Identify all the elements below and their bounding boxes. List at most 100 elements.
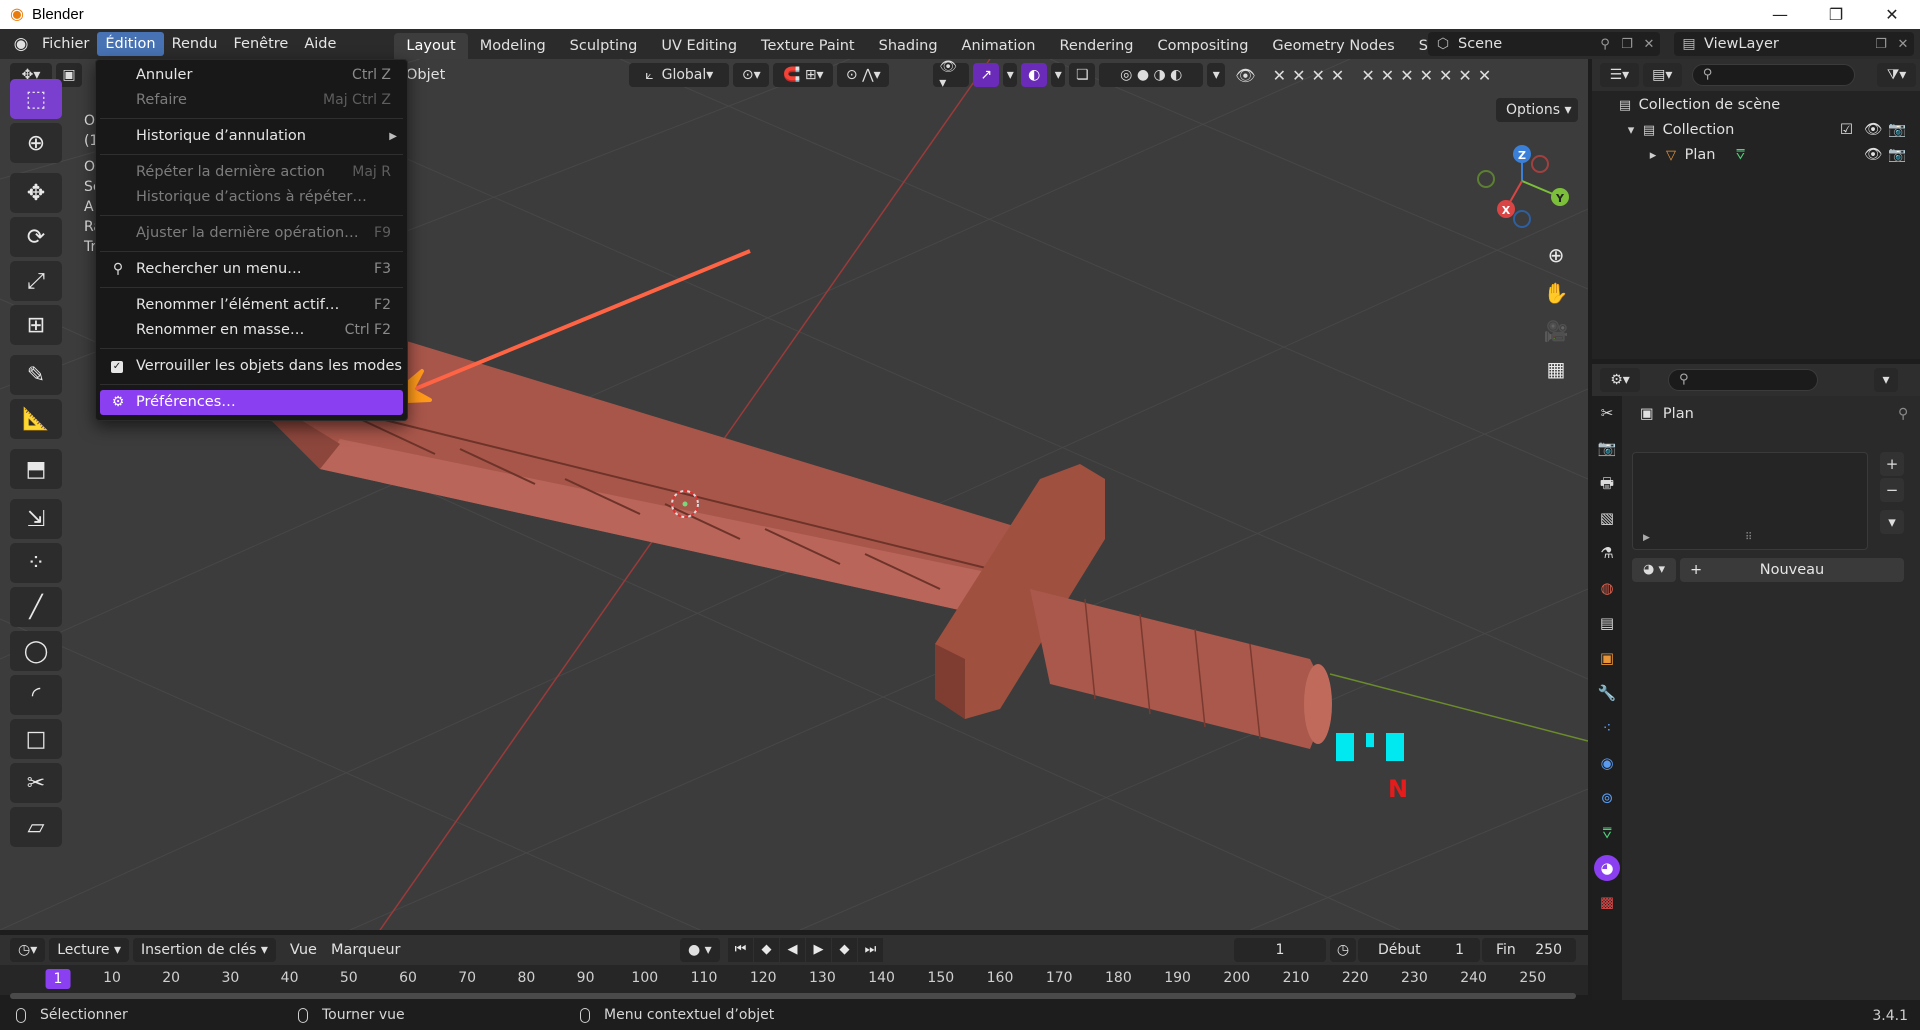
object-menu[interactable]: Objet bbox=[406, 67, 445, 83]
properties-search-input[interactable]: ⚲ bbox=[1668, 369, 1818, 391]
menu-item-lock-object-modes[interactable]: ✓ Verrouiller les objets dans les modes bbox=[96, 354, 407, 379]
tree-collection[interactable]: ▾ ▤ Collection ☑ 👁 📷 bbox=[1592, 118, 1920, 143]
pivot-point-dropdown[interactable]: ⊙▾ bbox=[733, 63, 770, 87]
timeline-scrollbar[interactable] bbox=[10, 993, 1576, 999]
menu-item-preferences[interactable]: ⚙ Préférences… bbox=[100, 390, 403, 415]
display-mode-button[interactable]: ▤▾ bbox=[1642, 63, 1682, 87]
menu-item-repeat-last[interactable]: Répéter la dernière action Maj R bbox=[96, 160, 407, 185]
options-dropdown[interactable]: Options ▾ bbox=[1496, 98, 1578, 122]
pan-hand-icon[interactable]: ✋ bbox=[1538, 277, 1574, 309]
tree-object-plan[interactable]: ▸ ▽ Plan ⩢ 👁 📷 bbox=[1592, 143, 1920, 168]
add-slot-button[interactable]: + bbox=[1880, 452, 1904, 476]
add-arc-tool-icon[interactable]: ◜ bbox=[10, 675, 62, 715]
zoom-icon[interactable]: ⊕ bbox=[1538, 239, 1574, 271]
transform-orientation-dropdown[interactable]: ⟀ Global ▾ bbox=[629, 63, 730, 87]
texture-tab-icon[interactable]: ▩ bbox=[1592, 885, 1622, 920]
properties-options-dropdown[interactable]: ▾ bbox=[1874, 368, 1898, 392]
expand-arrow-icon[interactable]: ▾ bbox=[1622, 118, 1640, 143]
jump-end-icon[interactable]: ⏭ bbox=[858, 938, 883, 962]
timeline-ruler[interactable]: 1 10 20 30 40 50 60 70 80 90 100 110 120 130 140 150 16… bbox=[0, 965, 1588, 995]
duplicate-scene-icon[interactable]: ❐ bbox=[1616, 37, 1638, 52]
view-layer-name[interactable]: ViewLayer bbox=[1704, 36, 1870, 52]
new-material-button[interactable]: + Nouveau bbox=[1680, 558, 1904, 582]
play-icon[interactable]: ▶ bbox=[806, 938, 831, 962]
menu-item-batch-rename[interactable]: Renommer en masse… Ctrl F2 bbox=[96, 318, 407, 343]
keying-dropdown[interactable]: Insertion de clés ▾ bbox=[133, 938, 276, 962]
tool-tab-icon[interactable]: ✂ bbox=[1592, 396, 1622, 431]
outliner-search-input[interactable]: ⚲ bbox=[1691, 64, 1856, 86]
end-frame-field[interactable]: Fin 250 bbox=[1482, 938, 1576, 962]
start-frame-field[interactable]: Début 1 bbox=[1358, 938, 1480, 962]
auto-keying-toggle[interactable]: ● ▾ bbox=[680, 938, 720, 962]
preview-range-icon[interactable]: ◷ bbox=[1330, 938, 1356, 962]
extrude-tool-icon[interactable]: ⇲ bbox=[10, 499, 62, 539]
tab-modeling[interactable]: Modeling bbox=[468, 33, 558, 59]
physics-tab-icon[interactable]: ◉ bbox=[1592, 746, 1622, 781]
knife-tool-icon[interactable]: ✂ bbox=[10, 763, 62, 803]
playback-dropdown[interactable]: Lecture ▾ bbox=[49, 938, 130, 962]
visibility-dropdown[interactable]: 👁▾ bbox=[933, 59, 970, 91]
proportional-editing-toggle[interactable]: ⊙ ⋀▾ bbox=[837, 63, 890, 87]
tab-shading[interactable]: Shading bbox=[867, 33, 950, 59]
transform-tool-icon[interactable]: ⊞ bbox=[10, 305, 62, 345]
snap-toggle[interactable]: 🧲 ⊞▾ bbox=[773, 63, 834, 87]
filter-button[interactable]: ⧩▾ bbox=[1877, 63, 1916, 87]
close-button[interactable]: ✕ bbox=[1864, 0, 1920, 29]
jump-keyframe-back-icon[interactable]: ◆ bbox=[754, 938, 779, 962]
select-box-tool-icon[interactable]: ⬚ bbox=[10, 79, 62, 119]
tree-scene-collection[interactable]: ▤ Collection de scène bbox=[1592, 93, 1920, 118]
collection-render-camera-icon[interactable]: 📷 bbox=[1888, 118, 1906, 143]
play-reverse-icon[interactable]: ◀ bbox=[780, 938, 805, 962]
menu-item-redo[interactable]: Refaire Maj Ctrl Z bbox=[96, 88, 407, 113]
add-line-tool-icon[interactable]: ╱ bbox=[10, 587, 62, 627]
collection-checkbox-icon[interactable]: ☑ bbox=[1840, 118, 1853, 143]
material-slot-list[interactable]: ▶ ⠿ bbox=[1632, 452, 1868, 550]
tab-rendering[interactable]: Rendering bbox=[1047, 33, 1145, 59]
marker-menu[interactable]: Marqueur bbox=[331, 942, 401, 958]
pin-icon[interactable]: ⚲ bbox=[1594, 37, 1616, 52]
scale-tool-icon[interactable]: ⤢ bbox=[10, 261, 62, 301]
object-tab-icon[interactable]: ▣ bbox=[1592, 641, 1622, 676]
plane-tool-icon[interactable]: ▱ bbox=[10, 807, 62, 847]
menu-file[interactable]: Fichier bbox=[34, 32, 97, 56]
gizmo-dropdown-icon[interactable]: ▾ bbox=[1003, 63, 1018, 87]
remove-slot-button[interactable]: − bbox=[1880, 478, 1904, 502]
menu-help[interactable]: Aide bbox=[296, 32, 344, 56]
tab-uv-editing[interactable]: UV Editing bbox=[649, 33, 749, 59]
menu-item-menu-search[interactable]: ⚲ Rechercher un menu… F3 bbox=[96, 257, 407, 282]
tab-texture-paint[interactable]: Texture Paint bbox=[749, 33, 867, 59]
jump-start-icon[interactable]: ⏮ bbox=[728, 938, 753, 962]
checkbox-checked-icon[interactable]: ✓ bbox=[111, 361, 123, 373]
minimize-button[interactable]: — bbox=[1752, 0, 1808, 29]
scene-name[interactable]: Scene bbox=[1458, 36, 1594, 52]
jump-keyframe-forward-icon[interactable]: ◆ bbox=[832, 938, 857, 962]
browse-material-dropdown[interactable]: ◕ ▾ bbox=[1632, 558, 1676, 582]
menu-render[interactable]: Rendu bbox=[164, 32, 226, 56]
menu-item-undo-history[interactable]: Historique d’annulation ▶ bbox=[96, 124, 407, 149]
pin-icon[interactable]: ⚲ bbox=[1898, 406, 1908, 422]
navigation-gizmo[interactable]: Z Y X bbox=[1477, 145, 1569, 228]
shading-dropdown-icon[interactable]: ▾ bbox=[1207, 63, 1226, 87]
menu-item-adjust-last[interactable]: Ajuster la dernière opération… F9 bbox=[96, 221, 407, 246]
add-point-tool-icon[interactable]: ⁘ bbox=[10, 543, 62, 583]
ortho-grid-icon[interactable]: ▦ bbox=[1538, 353, 1574, 385]
timeline-editor-type-button[interactable]: ◷▾ bbox=[10, 938, 46, 962]
list-resize-handle-icon[interactable]: ⠿ bbox=[1745, 532, 1752, 543]
menu-item-undo[interactable]: Annuler Ctrl Z bbox=[96, 63, 407, 88]
collection-tab-icon[interactable]: ▤ bbox=[1592, 606, 1622, 641]
view-layer-selector[interactable]: ▤ ViewLayer ❐ ✕ bbox=[1674, 32, 1914, 56]
menu-item-rename-active[interactable]: Renommer l’élément actif… F2 bbox=[96, 293, 407, 318]
maximize-button[interactable]: ❐ bbox=[1808, 0, 1864, 29]
camera-view-icon[interactable]: 🎥 bbox=[1538, 315, 1574, 347]
output-tab-icon[interactable]: 🖶 bbox=[1592, 466, 1622, 501]
properties-editor-type-button[interactable]: ⚙▾ bbox=[1600, 368, 1640, 392]
outliner-editor-type-button[interactable]: ☰▾ bbox=[1600, 63, 1639, 87]
object-render-camera-icon[interactable]: 📷 bbox=[1888, 143, 1906, 168]
move-tool-icon[interactable]: ✥ bbox=[10, 173, 62, 213]
expand-arrow-icon[interactable]: ▸ bbox=[1644, 143, 1662, 168]
rotate-tool-icon[interactable]: ⟳ bbox=[10, 217, 62, 257]
measure-tool-icon[interactable]: 📐 bbox=[10, 399, 62, 439]
add-cube-tool-icon[interactable]: ⬒ bbox=[10, 449, 62, 489]
overlay-toggle[interactable]: ◐ bbox=[1021, 63, 1048, 87]
view-menu[interactable]: Vue bbox=[290, 942, 317, 958]
